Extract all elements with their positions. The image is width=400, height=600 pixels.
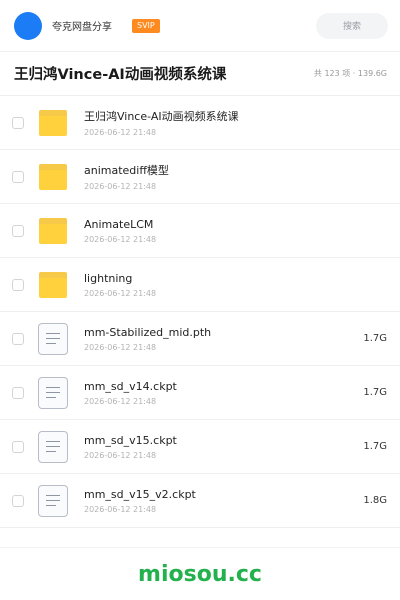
row-checkbox[interactable] bbox=[12, 386, 24, 399]
page-title: 王归鸿Vince-AI动画视频系统课 bbox=[14, 67, 227, 83]
folder-header: 王归鸿Vince-AI动画视频系统课 共 123 项 · 139.6G bbox=[0, 52, 400, 96]
file-icon bbox=[38, 430, 68, 463]
file-icon bbox=[38, 376, 68, 409]
svip-badge: SVIP bbox=[132, 18, 160, 33]
file-date: 2026-06-12 21:48 bbox=[84, 288, 157, 298]
row-checkbox[interactable] bbox=[12, 332, 24, 345]
file-row[interactable]: mm_sd_v15.ckpt 2026-06-12 21:48 1.7G bbox=[0, 420, 400, 474]
file-row[interactable]: lightning 2026-06-12 21:48 bbox=[0, 258, 400, 312]
row-checkbox[interactable] bbox=[12, 224, 24, 237]
file-date: 2026-06-12 21:48 bbox=[84, 234, 157, 244]
folder-icon bbox=[38, 162, 68, 192]
search-input[interactable]: 搜索 bbox=[316, 12, 388, 39]
file-name[interactable]: mm_sd_v15.ckpt bbox=[84, 434, 177, 447]
row-checkbox[interactable] bbox=[12, 494, 24, 507]
row-checkbox[interactable] bbox=[12, 278, 24, 291]
folder-icon bbox=[38, 270, 68, 300]
file-row[interactable]: AnimateLCM 2026-06-12 21:48 bbox=[0, 204, 400, 258]
file-row[interactable]: animatediff模型 2026-06-12 21:48 bbox=[0, 150, 400, 204]
file-info: mm-Stabilized_mid.pth 2026-06-12 21:48 bbox=[84, 326, 211, 352]
file-info: mm_sd_v15.ckpt 2026-06-12 21:48 bbox=[84, 434, 177, 460]
file-name[interactable]: animatediff模型 bbox=[84, 162, 169, 178]
file-name[interactable]: lightning bbox=[84, 272, 156, 285]
avatar[interactable] bbox=[14, 11, 42, 40]
file-info: mm_sd_v14.ckpt 2026-06-12 21:48 bbox=[84, 380, 177, 406]
file-info: animatediff模型 2026-06-12 21:48 bbox=[84, 162, 169, 191]
file-date: 2026-06-12 21:48 bbox=[84, 504, 157, 514]
folder-icon bbox=[38, 216, 68, 246]
file-row[interactable]: mm_sd_v15_v2.ckpt 2026-06-12 21:48 1.8G bbox=[0, 474, 400, 528]
file-date: 2026-06-12 21:48 bbox=[84, 342, 157, 352]
file-list: 王归鸿Vince-AI动画视频系统课 2026-06-12 21:48 animat… bbox=[0, 96, 400, 528]
file-info: 王归鸿Vince-AI动画视频系统课 2026-06-12 21:48 bbox=[84, 108, 239, 137]
folder-icon bbox=[38, 108, 68, 138]
file-info: mm_sd_v15_v2.ckpt 2026-06-12 21:48 bbox=[84, 488, 196, 514]
brand-name: 夸克网盘分享 bbox=[52, 22, 112, 33]
file-size: 1.8G bbox=[363, 495, 387, 506]
file-date: 2026-06-12 21:48 bbox=[84, 182, 157, 191]
file-name[interactable]: mm_sd_v14.ckpt bbox=[84, 380, 177, 393]
row-checkbox[interactable] bbox=[12, 170, 24, 183]
file-icon bbox=[38, 322, 68, 355]
file-name[interactable]: 王归鸿Vince-AI动画视频系统课 bbox=[84, 108, 239, 124]
footer: miosou.cc bbox=[0, 547, 400, 600]
file-info: AnimateLCM 2026-06-12 21:48 bbox=[84, 218, 156, 244]
file-name[interactable]: AnimateLCM bbox=[84, 218, 156, 231]
file-name[interactable]: mm_sd_v15_v2.ckpt bbox=[84, 488, 196, 501]
file-date: 2026-06-12 21:48 bbox=[84, 128, 157, 137]
file-icon bbox=[38, 484, 68, 517]
item-summary: 共 123 项 · 139.6G bbox=[313, 69, 387, 78]
file-size: 1.7G bbox=[363, 441, 387, 452]
row-checkbox[interactable] bbox=[12, 440, 24, 453]
file-size: 1.7G bbox=[363, 387, 387, 398]
file-name[interactable]: mm-Stabilized_mid.pth bbox=[84, 326, 211, 339]
top-bar: 夸克网盘分享 SVIP 搜索 bbox=[0, 0, 400, 52]
file-row[interactable]: 王归鸿Vince-AI动画视频系统课 2026-06-12 21:48 bbox=[0, 96, 400, 150]
file-date: 2026-06-12 21:48 bbox=[84, 396, 157, 406]
row-checkbox[interactable] bbox=[12, 116, 24, 129]
file-row[interactable]: mm-Stabilized_mid.pth 2026-06-12 21:48 1.7… bbox=[0, 312, 400, 366]
file-info: lightning 2026-06-12 21:48 bbox=[84, 272, 156, 298]
file-row[interactable]: mm_sd_v14.ckpt 2026-06-12 21:48 1.7G bbox=[0, 366, 400, 420]
file-date: 2026-06-12 21:48 bbox=[84, 450, 157, 460]
file-size: 1.7G bbox=[363, 333, 387, 344]
watermark: miosou.cc bbox=[138, 561, 262, 587]
